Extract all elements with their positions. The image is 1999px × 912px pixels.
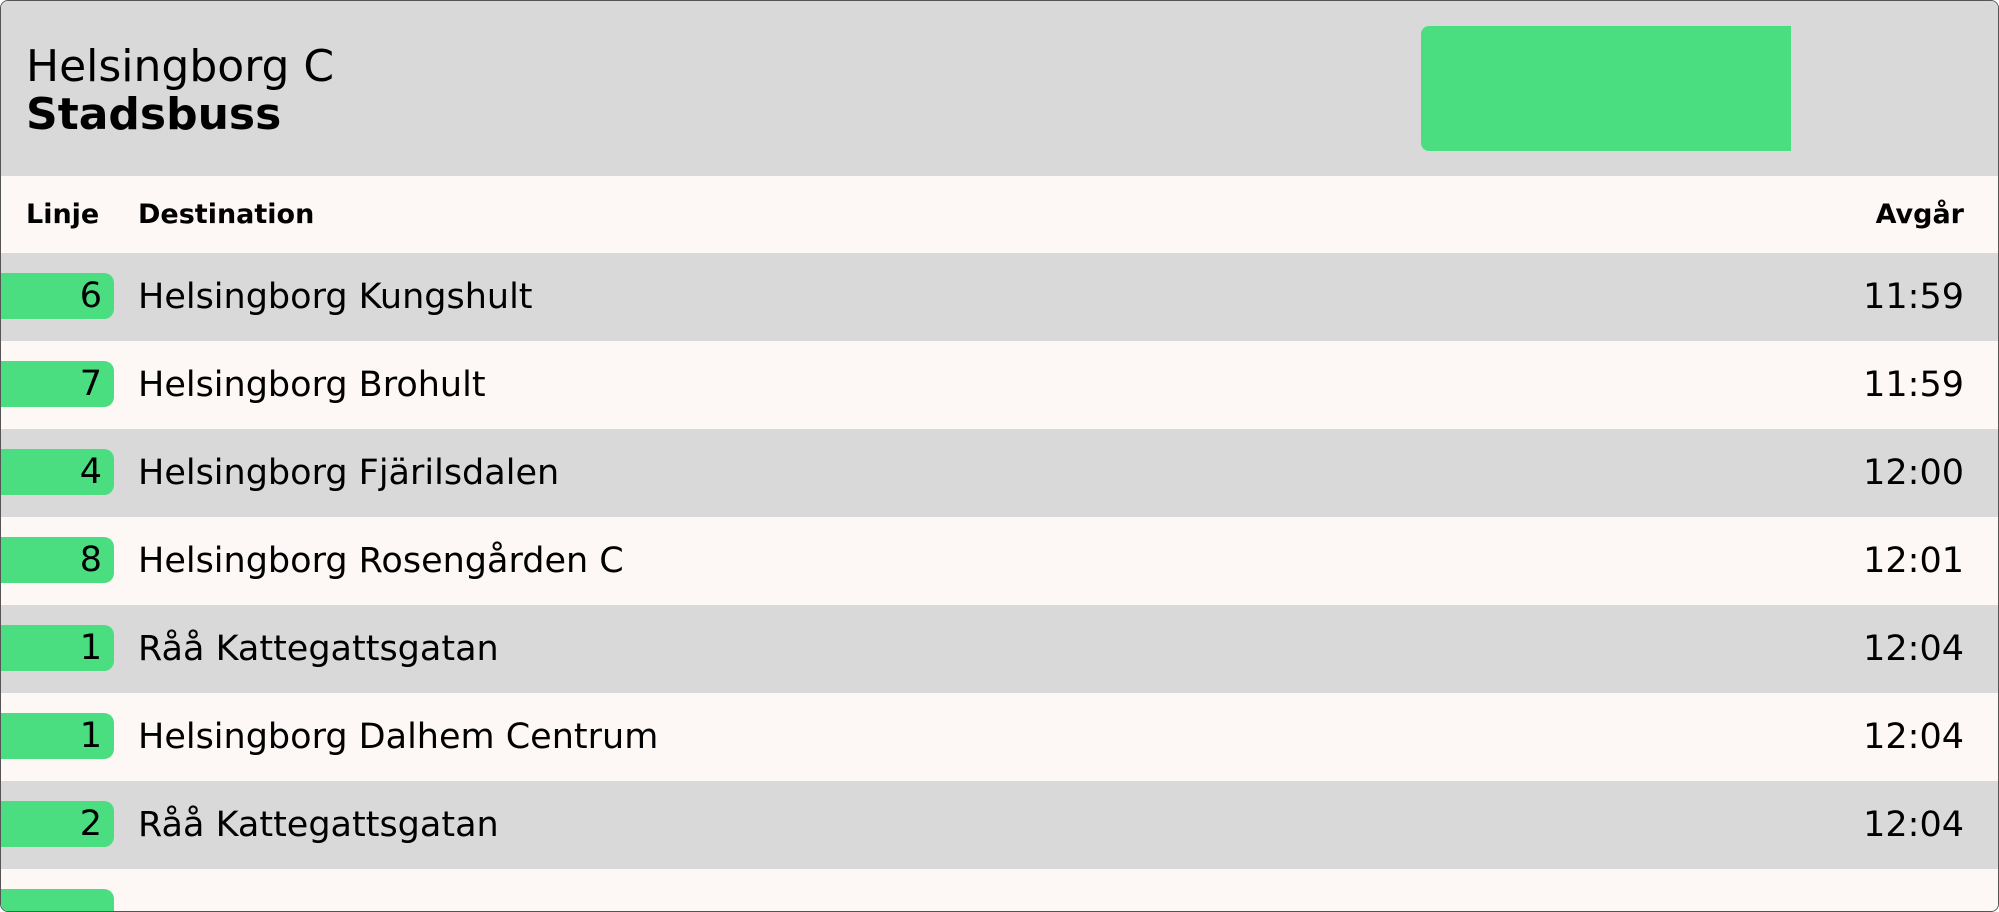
destination: Råå Kattegattsgatan [138,805,499,845]
departure-row: 7 Helsingborg Brohult 11:59 [1,341,1998,429]
departure-row: 4 Helsingborg Fjärilsdalen 12:00 [1,429,1998,517]
departure-row: 8 Helsingborg Rosengården C 12:01 [1,517,1998,605]
line-number: 7 [79,364,102,404]
destination: Råå Kattegattsgatan [138,629,499,669]
destination: Helsingborg Dalhem Centrum [138,717,659,757]
line-number: 8 [79,540,102,580]
departure-list: 6 Helsingborg Kungshult 11:59 7 Helsingb… [1,253,1998,911]
departure-time: 11:59 [1863,365,1964,405]
departure-row: 1 Råå Kattegattsgatan 12:04 [1,605,1998,693]
line-badge: 1 [1,713,114,759]
station-name: Helsingborg C [26,41,335,92]
column-header-row: Linje Destination Avgår [1,176,1998,253]
departure-time: 12:04 [1863,717,1964,757]
departure-row [1,869,1998,911]
line-badge [1,889,114,911]
line-badge: 1 [1,625,114,671]
destination: Helsingborg Brohult [138,365,486,405]
column-header-line: Linje [26,199,100,230]
departure-row: 2 Råå Kattegattsgatan 12:04 [1,781,1998,869]
departure-time: 12:04 [1863,805,1964,845]
line-number: 6 [79,276,102,316]
departure-time: 11:59 [1863,277,1964,317]
departure-time: 12:00 [1863,453,1964,493]
line-number: 2 [79,804,102,844]
destination: Helsingborg Fjärilsdalen [138,453,560,493]
departure-board: Helsingborg C Stadsbuss Linje Destinatio… [0,0,1999,912]
line-number: 4 [79,452,102,492]
departure-time: 12:01 [1863,541,1964,581]
line-badge: 8 [1,537,114,583]
column-header-destination: Destination [138,199,315,230]
departure-row: 6 Helsingborg Kungshult 11:59 [1,253,1998,341]
destination: Helsingborg Kungshult [138,277,533,317]
line-number: 1 [79,716,102,756]
transport-category: Stadsbuss [26,89,282,140]
departure-row: 1 Helsingborg Dalhem Centrum 12:04 [1,693,1998,781]
line-badge: 4 [1,449,114,495]
header-accent-block [1421,26,1791,151]
destination: Helsingborg Rosengården C [138,541,624,581]
departure-time: 12:04 [1863,629,1964,669]
line-badge: 2 [1,801,114,847]
line-number: 1 [79,628,102,668]
line-badge: 7 [1,361,114,407]
board-header: Helsingborg C Stadsbuss [1,1,1998,176]
line-badge: 6 [1,273,114,319]
column-header-departure: Avgår [1875,199,1964,230]
